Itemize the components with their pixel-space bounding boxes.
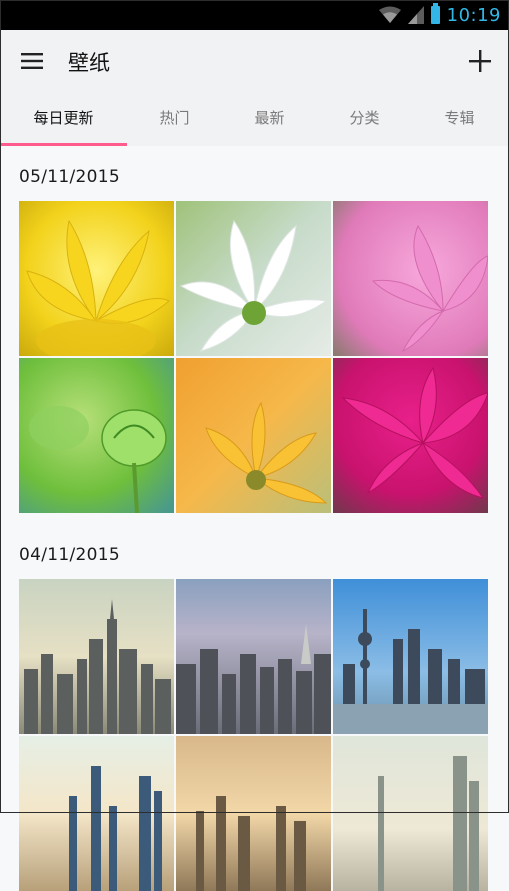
- wallpaper-thumbnail[interactable]: [176, 579, 331, 734]
- wallpaper-thumbnail[interactable]: [19, 201, 174, 356]
- wallpaper-thumbnail[interactable]: [333, 736, 488, 891]
- section-date: 05/11/2015: [19, 167, 120, 187]
- tab-popular[interactable]: 热门: [127, 92, 222, 146]
- wallpaper-feed: 05/11/2015 04/11/2015: [0, 146, 509, 891]
- add-button[interactable]: [463, 44, 497, 78]
- tab-latest[interactable]: 最新: [222, 92, 317, 146]
- tab-albums[interactable]: 专辑: [412, 92, 507, 146]
- app-bar: 壁纸: [0, 30, 509, 92]
- wallpaper-thumbnail[interactable]: [176, 736, 331, 891]
- wallpaper-thumbnail[interactable]: [333, 358, 488, 513]
- section-date: 04/11/2015: [19, 545, 120, 565]
- tab-categories[interactable]: 分类: [317, 92, 412, 146]
- tab-bar: 每日更新 热门 最新 分类 专辑: [0, 92, 509, 146]
- wallpaper-thumbnail[interactable]: [19, 579, 174, 734]
- wallpaper-thumbnail[interactable]: [176, 358, 331, 513]
- tab-daily-update[interactable]: 每日更新: [0, 92, 127, 146]
- hamburger-menu-icon: [21, 53, 43, 69]
- battery-icon: [430, 3, 440, 24]
- status-bar: 10:19: [0, 0, 509, 30]
- menu-button[interactable]: [14, 44, 50, 78]
- page-title: 壁纸: [68, 51, 110, 75]
- wallpaper-thumbnail[interactable]: [333, 579, 488, 734]
- wifi-icon: [378, 6, 401, 24]
- status-clock: 10:19: [446, 4, 501, 26]
- wallpaper-thumbnail[interactable]: [19, 736, 174, 891]
- wallpaper-thumbnail[interactable]: [176, 201, 331, 356]
- wallpaper-thumbnail[interactable]: [19, 358, 174, 513]
- signal-icon: [407, 6, 424, 24]
- plus-icon: [469, 50, 491, 72]
- wallpaper-thumbnail[interactable]: [333, 201, 488, 356]
